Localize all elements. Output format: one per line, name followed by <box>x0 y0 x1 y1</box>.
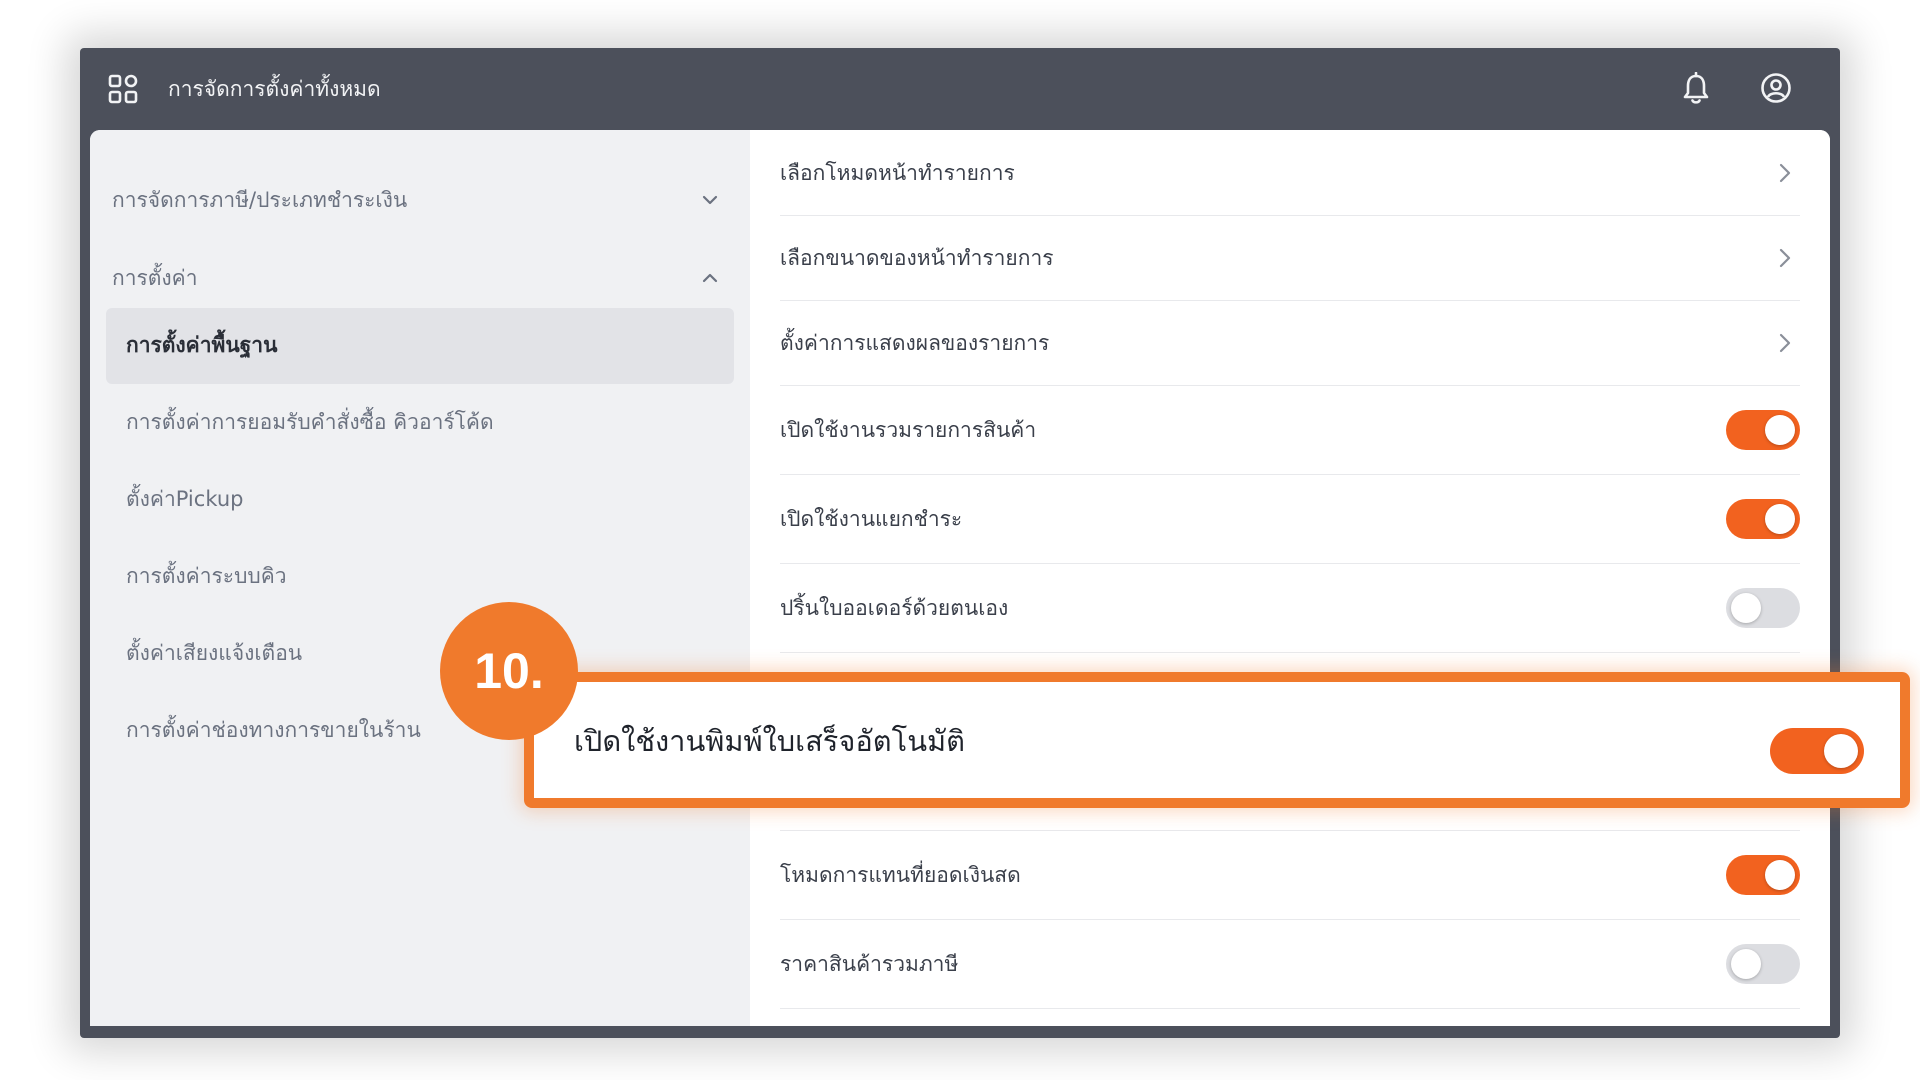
callout-highlight-box: เปิดใช้งานพิมพ์ใบเสร็จอัตโนมัติ <box>524 672 1910 808</box>
sidebar-item-label: การตั้งค่าช่องทางการขายในร้าน <box>126 718 421 742</box>
setting-label: เลือกโหมดหน้าทำรายการ <box>780 161 1015 185</box>
sidebar-group-label: การจัดการภาษี/ประเภทชำระเงิน <box>112 188 408 212</box>
sidebar-group-label: การตั้งค่า <box>112 266 198 290</box>
sidebar-item-pickup-settings[interactable]: ตั้งค่าPickup <box>106 462 734 538</box>
setting-label: เปิดใช้งานแยกชำระ <box>780 507 963 531</box>
setting-row-manual-order-print: ปริ้นใบออเดอร์ด้วยตนเอง <box>780 564 1800 653</box>
chevron-down-icon <box>702 195 718 205</box>
setting-row-split-payment: เปิดใช้งานแยกชำระ <box>780 475 1800 564</box>
toggle-knob <box>1731 593 1761 623</box>
sidebar-item-basic-settings[interactable]: การตั้งค่าพื้นฐาน <box>106 308 734 384</box>
price-includes-tax-toggle[interactable] <box>1726 944 1800 984</box>
sidebar: การจัดการภาษี/ประเภทชำระเงิน การตั้งค่า … <box>90 130 750 1026</box>
setting-row-price-includes-tax: ราคาสินค้ารวมภาษี <box>780 920 1800 1009</box>
bell-icon[interactable] <box>1680 72 1712 106</box>
merge-items-toggle[interactable] <box>1726 410 1800 450</box>
sidebar-item-queue-settings[interactable]: การตั้งค่าระบบคิว <box>106 539 734 615</box>
setting-label: เปิดใช้งานรวมรายการสินค้า <box>780 418 1037 442</box>
setting-label: โหมดการแทนที่ยอดเงินสด <box>780 863 1021 887</box>
setting-row-order-screen-size[interactable]: เลือกขนาดของหน้าทำรายการ <box>780 216 1800 301</box>
chevron-up-icon <box>702 273 718 283</box>
user-circle-icon[interactable] <box>1760 72 1792 104</box>
setting-row-item-display[interactable]: ตั้งค่าการแสดงผลของรายการ <box>780 301 1800 386</box>
sidebar-item-label: การตั้งค่าพื้นฐาน <box>126 333 278 357</box>
toggle-knob <box>1765 415 1795 445</box>
sidebar-item-label: การตั้งค่าการยอมรับคำสั่งซื้อ คิวอาร์โค้… <box>126 410 494 434</box>
split-payment-toggle[interactable] <box>1726 499 1800 539</box>
apps-grid-icon[interactable] <box>108 74 138 104</box>
step-badge: 10. <box>440 602 578 740</box>
chevron-right-icon <box>1779 248 1791 268</box>
setting-row-merge-items: เปิดใช้งานรวมรายการสินค้า <box>780 386 1800 475</box>
setting-label: ราคาสินค้ารวมภาษี <box>780 952 959 976</box>
page-title: การจัดการตั้งค่าทั้งหมด <box>168 77 381 101</box>
toggle-knob <box>1765 860 1795 890</box>
settings-panel: เลือกโหมดหน้าทำรายการ เลือกขนาดของหน้าทำ… <box>750 130 1830 1026</box>
content-area: การจัดการภาษี/ประเภทชำระเงิน การตั้งค่า … <box>90 130 1830 1026</box>
sidebar-item-label: ตั้งค่าPickup <box>126 487 244 511</box>
chevron-right-icon <box>1779 163 1791 183</box>
toggle-knob <box>1765 504 1795 534</box>
setting-label: ปริ้นใบออเดอร์ด้วยตนเอง <box>780 596 1009 620</box>
sidebar-group-settings[interactable]: การตั้งค่า <box>90 248 750 308</box>
setting-row-order-screen-mode[interactable]: เลือกโหมดหน้าทำรายการ <box>780 130 1800 216</box>
toggle-knob <box>1824 734 1858 768</box>
sidebar-item-label: การตั้งค่าระบบคิว <box>126 564 287 588</box>
sidebar-item-qr-order-settings[interactable]: การตั้งค่าการยอมรับคำสั่งซื้อ คิวอาร์โค้… <box>106 385 734 461</box>
setting-row-cash-replace-mode: โหมดการแทนที่ยอดเงินสด <box>780 831 1800 920</box>
toggle-knob <box>1731 949 1761 979</box>
top-bar: การจัดการตั้งค่าทั้งหมด <box>80 48 1840 130</box>
app-window: การจัดการตั้งค่าทั้งหมด การจัดการภาษี/ปร… <box>80 48 1840 1038</box>
manual-order-print-toggle[interactable] <box>1726 588 1800 628</box>
auto-receipt-print-toggle[interactable] <box>1770 728 1864 774</box>
auto-receipt-print-label: เปิดใช้งานพิมพ์ใบเสร็จอัตโนมัติ <box>574 724 965 758</box>
chevron-right-icon <box>1779 333 1791 353</box>
setting-label: เลือกขนาดของหน้าทำรายการ <box>780 246 1054 270</box>
sidebar-group-tax-payment[interactable]: การจัดการภาษี/ประเภทชำระเงิน <box>90 170 750 230</box>
step-number: 10. <box>474 643 544 699</box>
cash-replace-mode-toggle[interactable] <box>1726 855 1800 895</box>
sidebar-item-label: ตั้งค่าเสียงแจ้งเตือน <box>126 641 303 665</box>
setting-label: ตั้งค่าการแสดงผลของรายการ <box>780 331 1050 355</box>
